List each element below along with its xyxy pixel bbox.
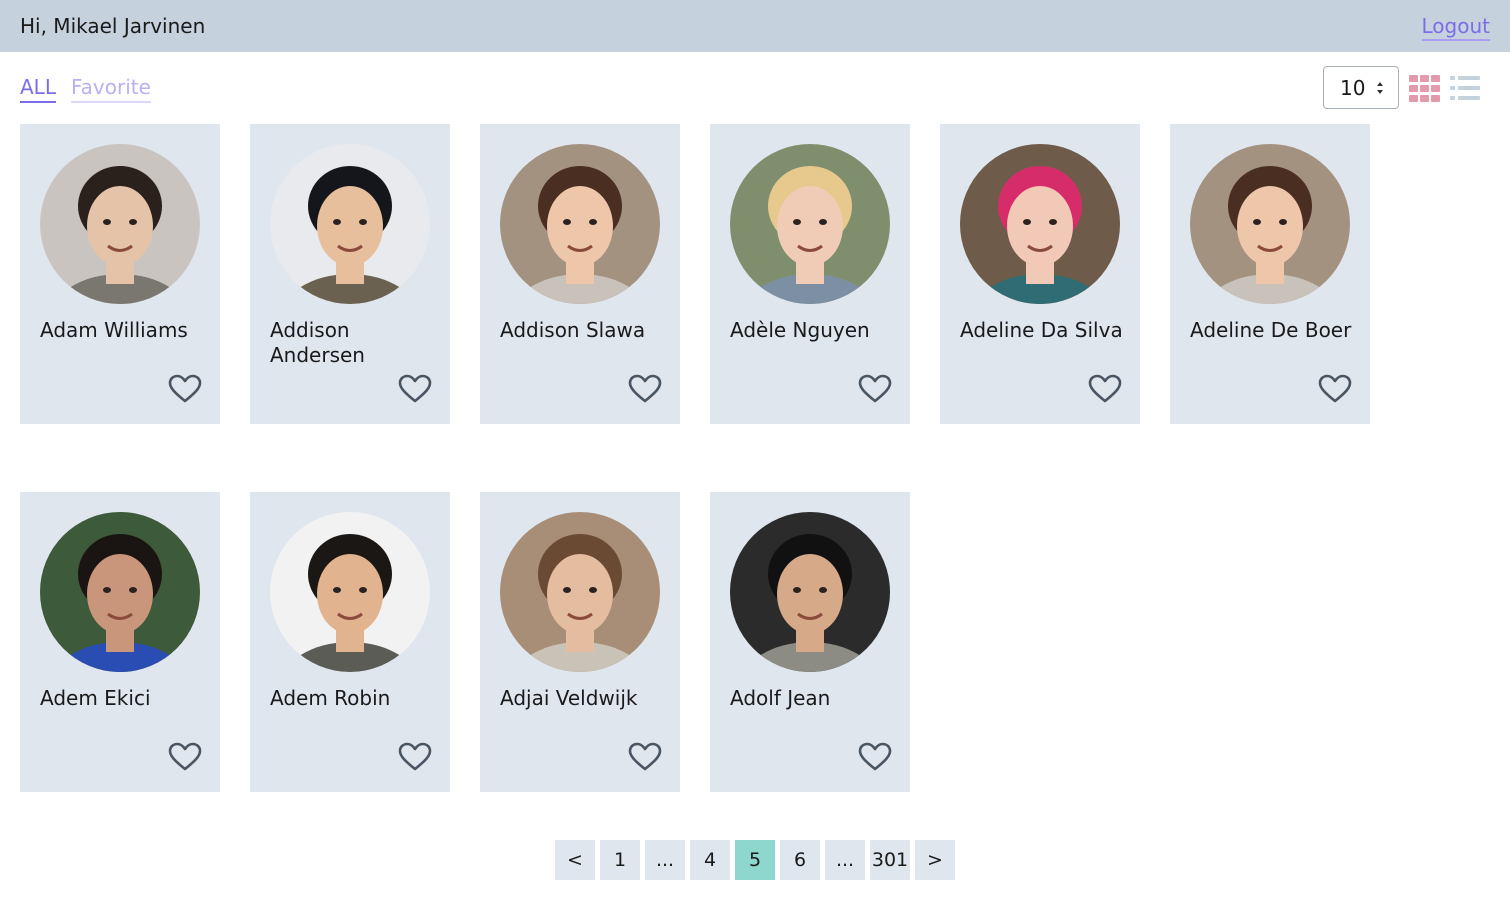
pagination: < 1 ... 4 5 6 ... 301 > [555, 840, 955, 880]
page-ellipsis[interactable]: ... [645, 840, 685, 880]
page-button[interactable]: 6 [780, 840, 820, 880]
user-card[interactable]: Adèle Nguyen [710, 124, 910, 424]
heart-icon[interactable] [628, 742, 662, 772]
user-name: Adem Robin [270, 686, 391, 710]
page-ellipsis[interactable]: ... [825, 840, 865, 880]
avatar [1190, 144, 1350, 304]
user-name: Adeline De Boer [1190, 318, 1352, 342]
user-name: Adam Williams [40, 318, 188, 342]
user-name: Addison Andersen [270, 318, 365, 367]
heart-icon[interactable] [858, 374, 892, 404]
user-name: Adem Ekici [40, 686, 151, 710]
user-card[interactable]: Addison Andersen [250, 124, 450, 424]
user-card[interactable]: Adjai Veldwijk [480, 492, 680, 792]
heart-icon[interactable] [398, 742, 432, 772]
select-arrows-icon [1377, 82, 1383, 94]
avatar [270, 512, 430, 672]
user-card[interactable]: Adem Ekici [20, 492, 220, 792]
user-card[interactable]: Adam Williams [20, 124, 220, 424]
avatar [40, 144, 200, 304]
heart-icon[interactable] [1318, 374, 1352, 404]
user-card[interactable]: Adem Robin [250, 492, 450, 792]
greeting-text: Hi, Mikael Jarvinen [20, 14, 206, 38]
list-view-icon[interactable] [1450, 75, 1482, 102]
user-name: Adeline Da Silva [960, 318, 1123, 342]
avatar [500, 512, 660, 672]
tab-all[interactable]: ALL [20, 75, 56, 103]
filter-tabs: ALL Favorite [20, 75, 151, 103]
tab-favorite[interactable]: Favorite [70, 75, 151, 103]
avatar [730, 144, 890, 304]
user-card[interactable]: Adeline De Boer [1170, 124, 1370, 424]
heart-icon[interactable] [168, 742, 202, 772]
top-bar: Hi, Mikael Jarvinen Logout [0, 0, 1510, 52]
page-button[interactable]: 1 [600, 840, 640, 880]
avatar [960, 144, 1120, 304]
page-button-current[interactable]: 5 [735, 840, 775, 880]
page-prev-button[interactable]: < [555, 840, 595, 880]
heart-icon[interactable] [168, 374, 202, 404]
avatar [500, 144, 660, 304]
page-size-value: 10 [1340, 76, 1366, 100]
page-button[interactable]: 4 [690, 840, 730, 880]
user-card[interactable]: Addison Slawa [480, 124, 680, 424]
user-name: Addison Slawa [500, 318, 646, 342]
heart-icon[interactable] [628, 374, 662, 404]
user-card[interactable]: Adolf Jean [710, 492, 910, 792]
page-size-select[interactable]: 10 [1323, 66, 1399, 109]
grid-view-icon[interactable] [1409, 75, 1441, 102]
heart-icon[interactable] [858, 742, 892, 772]
user-name: Adèle Nguyen [730, 318, 870, 342]
page-button[interactable]: 301 [870, 840, 910, 880]
logout-link[interactable]: Logout [1421, 13, 1490, 41]
user-card[interactable]: Adeline Da Silva [940, 124, 1140, 424]
avatar [40, 512, 200, 672]
user-name: Adjai Veldwijk [500, 686, 638, 710]
page-next-button[interactable]: > [915, 840, 955, 880]
user-name: Adolf Jean [730, 686, 831, 710]
heart-icon[interactable] [1088, 374, 1122, 404]
avatar [270, 144, 430, 304]
avatar [730, 512, 890, 672]
heart-icon[interactable] [398, 374, 432, 404]
